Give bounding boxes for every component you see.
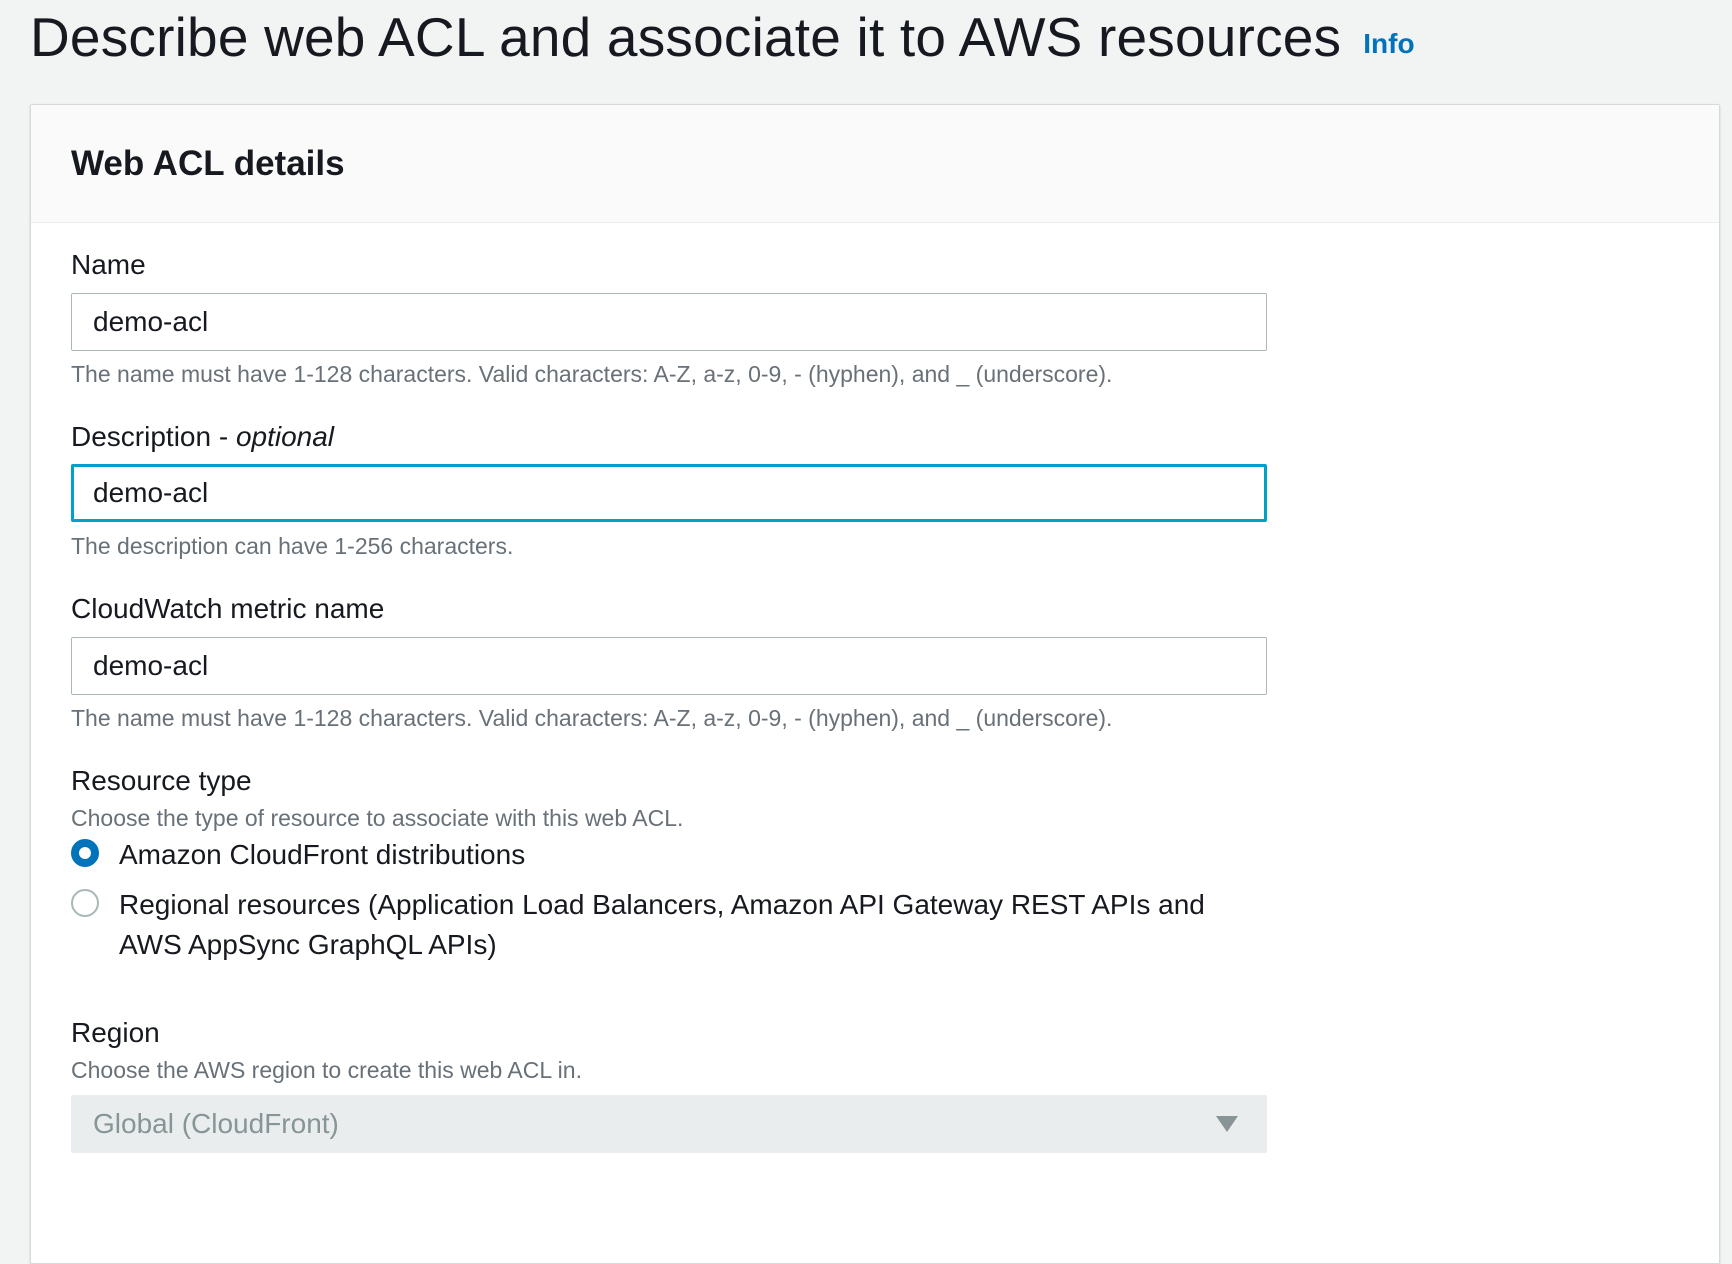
radio-regional-label: Regional resources (Application Load Bal… xyxy=(119,889,1205,960)
metric-name-hint: The name must have 1-128 characters. Val… xyxy=(71,705,1113,731)
region-select-value: Global (CloudFront) xyxy=(93,1108,339,1139)
panel-header: Web ACL details xyxy=(31,105,1719,223)
radio-cloudfront[interactable]: Amazon CloudFront distributions xyxy=(71,835,1249,875)
region-select[interactable]: Global (CloudFront) xyxy=(71,1095,1267,1153)
resource-type-description: Choose the type of resource to associate… xyxy=(71,805,684,831)
optional-tag: optional xyxy=(235,421,335,452)
panel-title: Web ACL details xyxy=(71,143,345,183)
metric-name-input[interactable] xyxy=(71,637,1267,695)
description-hint: The description can have 1-256 character… xyxy=(71,533,514,559)
caret-down-icon xyxy=(1216,1116,1238,1132)
description-input[interactable] xyxy=(71,464,1267,522)
info-link[interactable]: Info xyxy=(1363,28,1414,60)
region-label: Region xyxy=(71,1017,160,1048)
page-header: Describe web ACL and associate it to AWS… xyxy=(30,2,1415,72)
resource-type-label: Resource type xyxy=(71,765,252,796)
description-label: Description - optional xyxy=(71,421,334,453)
radio-regional[interactable]: Regional resources (Application Load Bal… xyxy=(71,885,1249,965)
description-label-text: Description - xyxy=(71,421,236,452)
radio-cloudfront-label: Amazon CloudFront distributions xyxy=(119,839,526,870)
web-acl-details-panel: Web ACL details Name The name must have … xyxy=(30,104,1720,1264)
radio-button-checked[interactable] xyxy=(71,839,99,867)
name-label: Name xyxy=(71,249,146,280)
name-hint: The name must have 1-128 characters. Val… xyxy=(71,361,1113,387)
page-title: Describe web ACL and associate it to AWS… xyxy=(30,6,1342,68)
metric-name-label: CloudWatch metric name xyxy=(71,593,385,624)
radio-button-unchecked[interactable] xyxy=(71,889,99,917)
name-input[interactable] xyxy=(71,293,1267,351)
region-description: Choose the AWS region to create this web… xyxy=(71,1057,582,1083)
